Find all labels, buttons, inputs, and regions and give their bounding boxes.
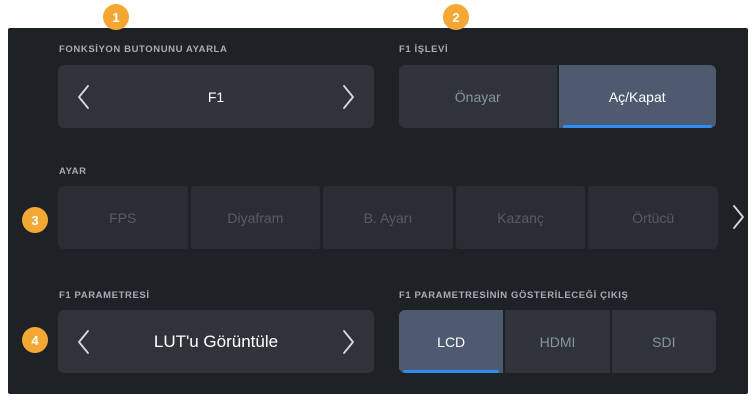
setting-next-chevron-icon[interactable] [728,203,748,231]
setting-option-shutter[interactable]: Örtücü [588,186,718,249]
f1-function-option-onoff[interactable]: Aç/Kapat [558,65,716,128]
function-button-value: F1 [207,88,225,105]
setting-label: AYAR [59,166,87,177]
f1-output-label: F1 PARAMETRESİNİN GÖSTERİLECEĞİ ÇIKIŞ [399,290,629,301]
chevron-left-icon[interactable] [74,83,94,111]
callout-badge-1: 1 [103,4,129,30]
function-button-stepper: F1 [58,65,374,128]
setting-option-gain[interactable]: Kazanç [455,186,586,249]
setting-option-white-balance[interactable]: B. Ayarı [323,186,453,249]
f1-parameter-stepper: LUT'u Görüntüle [58,310,374,373]
setting-option-iris[interactable]: Diyafram [190,186,321,249]
chevron-right-icon[interactable] [338,328,358,356]
chevron-left-icon[interactable] [74,328,94,356]
setting-option-fps[interactable]: FPS [58,186,188,249]
output-option-lcd[interactable]: LCD [399,310,504,373]
function-button-label: FONKSİYON BUTONUNU AYARLA [59,44,228,55]
f1-function-option-preset[interactable]: Önayar [399,65,557,128]
f1-function-label: F1 İŞLEVİ [399,44,449,55]
f1-parameter-label: F1 PARAMETRESİ [59,290,150,301]
callout-badge-4: 4 [22,327,48,353]
f1-parameter-value: LUT'u Görüntüle [153,331,279,351]
f1-function-toggle: Önayar Aç/Kapat [399,65,716,128]
output-option-sdi[interactable]: SDI [611,310,716,373]
output-option-hdmi[interactable]: HDMI [505,310,610,373]
callout-badge-2: 2 [443,4,469,30]
f1-output-selector: LCD HDMI SDI [399,310,716,373]
setting-options-row: FPS Diyafram B. Ayarı Kazanç Örtücü [58,186,718,249]
callout-badge-3: 3 [22,207,48,233]
chevron-right-icon[interactable] [338,83,358,111]
